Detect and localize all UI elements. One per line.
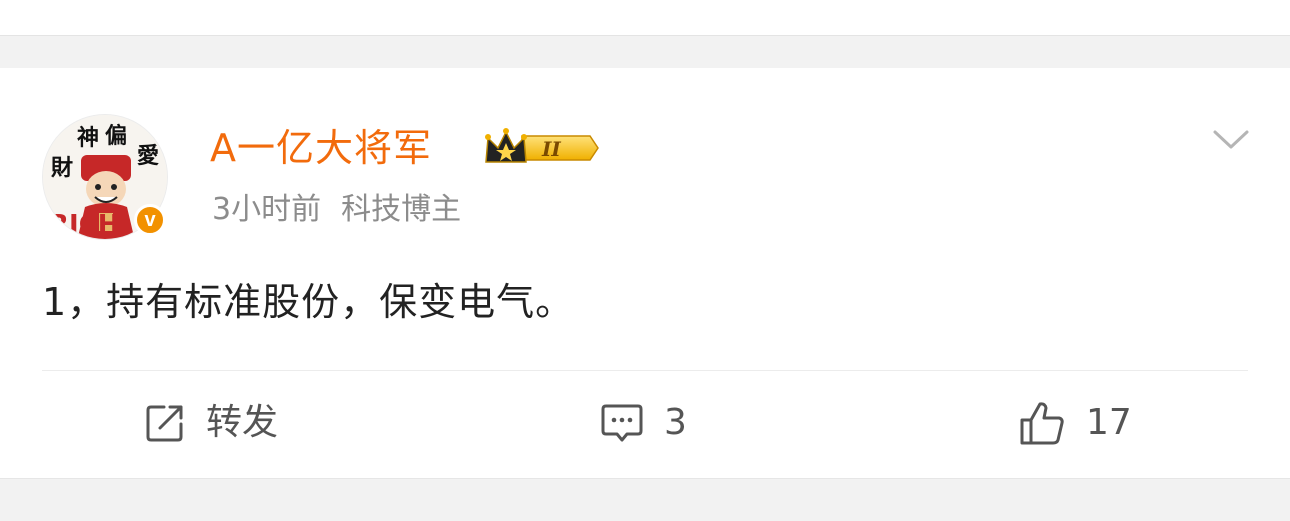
- repost-button[interactable]: 转发: [144, 398, 278, 448]
- share-icon: [146, 405, 183, 442]
- post-meta: 3小时前 科技博主: [212, 190, 461, 230]
- verified-icon: v: [134, 204, 166, 236]
- author-name[interactable]: A一亿大将军: [210, 124, 432, 172]
- divider: [42, 370, 1248, 371]
- top-separator: [0, 35, 1290, 69]
- like-count: 17: [1086, 402, 1132, 443]
- post-time: 3小时前: [212, 192, 322, 227]
- chevron-down-icon[interactable]: [1212, 128, 1250, 152]
- avatar-char-2: 神: [77, 125, 99, 151]
- avatar-char-3: 偏: [105, 123, 127, 149]
- repost-label: 转发: [206, 402, 279, 443]
- comment-button[interactable]: 3: [600, 398, 687, 448]
- bottom-separator: [0, 478, 1290, 521]
- avatar-char-1: 財: [51, 155, 73, 181]
- vip-level: II: [541, 137, 561, 161]
- author-tag: 科技博主: [341, 192, 462, 227]
- avatar-subtext: RICH: [49, 210, 120, 240]
- post-content: 1，持有标准股份，保变电气。: [42, 280, 575, 324]
- like-button[interactable]: 17: [1018, 398, 1132, 448]
- crown-icon[interactable]: II: [482, 126, 600, 170]
- thumbs-up-icon: [1020, 402, 1064, 445]
- comment-icon: [601, 404, 643, 442]
- avatar-char-4: 愛: [137, 143, 159, 169]
- avatar-container[interactable]: 財 神 偏 愛 RICH v: [42, 114, 168, 240]
- post-card: 財 神 偏 愛 RICH v A一亿大将军 II 3小时前 科技博主 1，持有标…: [0, 68, 1290, 478]
- comment-count: 3: [664, 402, 687, 443]
